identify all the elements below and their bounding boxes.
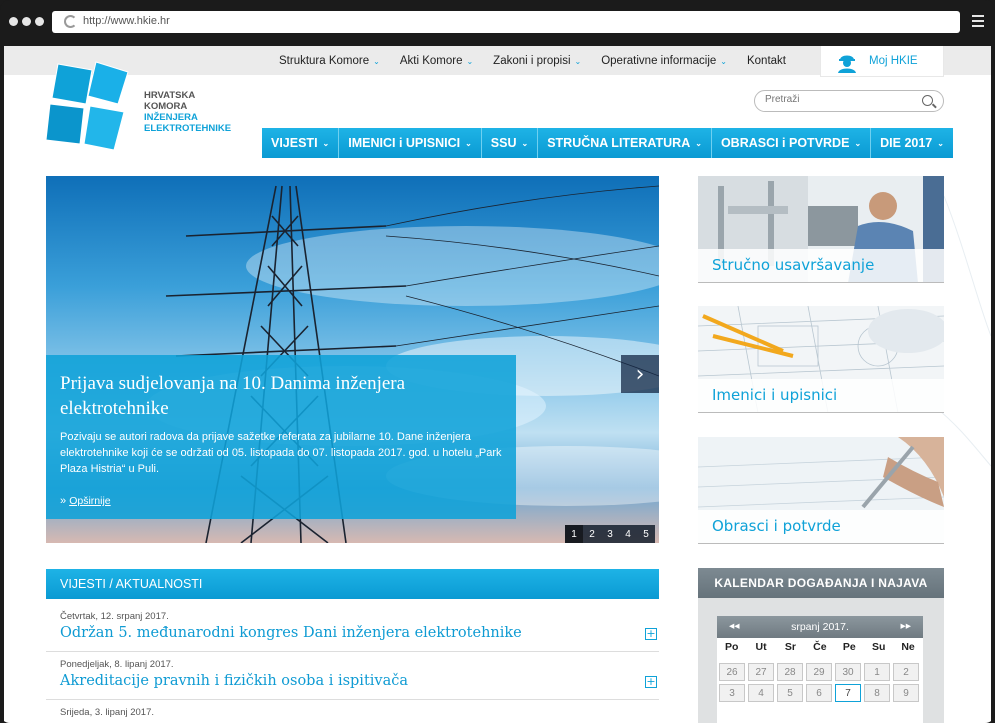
calendar-nav: ◂◂ srpanj 2017. ▸▸ bbox=[717, 616, 923, 638]
slider-page-5[interactable]: 5 bbox=[637, 525, 655, 543]
slider-page-3[interactable]: 3 bbox=[601, 525, 619, 543]
calendar-day[interactable]: 2 bbox=[893, 663, 919, 681]
address-url: http://www.hkie.hr bbox=[83, 15, 170, 27]
events-calendar: KALENDAR DOGAĐANJA I NAJAVA ◂◂ srpanj 20… bbox=[698, 568, 944, 723]
top-navigation: Struktura Komore ⌄ Akti Komore ⌄ Zakoni i … bbox=[269, 46, 796, 76]
calendar-day[interactable]: 8 bbox=[864, 684, 890, 702]
topnav-item-operativne[interactable]: Operativne informacije ⌄ bbox=[591, 55, 737, 67]
mainnav-item-vijesti[interactable]: VIJESTI ⌄ bbox=[262, 128, 340, 158]
calendar-day[interactable]: 3 bbox=[719, 684, 745, 702]
calendar-day[interactable]: 26 bbox=[719, 663, 745, 681]
slide-more: » Opširnije bbox=[60, 487, 502, 507]
news-title[interactable]: Akreditacije pravnih i fizičkih osoba i … bbox=[60, 673, 408, 689]
topnav-item-kontakt[interactable]: Kontakt bbox=[737, 55, 796, 67]
calendar-day[interactable]: 27 bbox=[748, 663, 774, 681]
browser-chrome: http://www.hkie.hr bbox=[0, 0, 995, 46]
logo-text: HRVATSKA KOMORA INŽENJERA ELEKTROTEHNIKE bbox=[144, 90, 232, 134]
calendar-day[interactable]: 1 bbox=[864, 663, 890, 681]
window-controls[interactable] bbox=[9, 17, 44, 26]
slider-page-1[interactable]: 1 bbox=[565, 525, 583, 543]
topnav-item-struktura[interactable]: Struktura Komore ⌄ bbox=[269, 55, 390, 67]
calendar-month: srpanj 2017. bbox=[791, 621, 849, 633]
calendar-day[interactable]: 4 bbox=[748, 684, 774, 702]
expand-plus-icon[interactable]: + bbox=[645, 676, 657, 688]
logo-squares-icon bbox=[45, 61, 129, 151]
web-page: Struktura Komore ⌄ Akti Komore ⌄ Zakoni i … bbox=[4, 46, 991, 723]
tile-imenici-upisnici[interactable]: Imenici i upisnici bbox=[698, 306, 944, 413]
slider-next-button[interactable]: › bbox=[621, 355, 659, 393]
news-item[interactable]: Srijeda, 3. lipanj 2017. bbox=[46, 700, 659, 723]
topnav-item-akti[interactable]: Akti Komore ⌄ bbox=[390, 55, 483, 67]
calendar-day[interactable]: 28 bbox=[777, 663, 803, 681]
mainnav-item-literatura[interactable]: STRUČNA LITERATURA ⌄ bbox=[538, 128, 712, 158]
topnav-item-zakoni[interactable]: Zakoni i propisi ⌄ bbox=[483, 55, 591, 67]
engineer-avatar-icon bbox=[838, 55, 856, 73]
main-navigation: VIJESTI ⌄ IMENICI i UPISNICI ⌄ SSU ⌄ STRUČN… bbox=[262, 128, 953, 158]
slide-title[interactable]: Prijava sudjelovanja na 10. Danima inžen… bbox=[60, 371, 502, 421]
tile-obrasci-potvrde[interactable]: Obrasci i potvrde bbox=[698, 437, 944, 544]
calendar-next-icon[interactable]: ▸▸ bbox=[900, 620, 911, 632]
hkie-logo[interactable]: HRVATSKA KOMORA INŽENJERA ELEKTROTEHNIKE bbox=[44, 56, 239, 156]
chevron-down-icon: ⌄ bbox=[937, 138, 944, 148]
mainnav-item-die[interactable]: DIE 2017 ⌄ bbox=[871, 128, 953, 158]
chevron-down-icon: ⌄ bbox=[720, 56, 727, 66]
news-title[interactable]: Održan 5. međunarodni kongres Dani inžen… bbox=[60, 625, 522, 641]
news-date: Četvrtak, 12. srpanj 2017. bbox=[60, 611, 169, 622]
chevron-right-icon: › bbox=[635, 361, 645, 387]
slide-caption: Prijava sudjelovanja na 10. Danima inžen… bbox=[46, 355, 516, 519]
news-item[interactable]: Četvrtak, 12. srpanj 2017. Održan 5. međ… bbox=[46, 604, 659, 652]
calendar-day[interactable]: 5 bbox=[777, 684, 803, 702]
chevron-down-icon: ⌄ bbox=[322, 138, 330, 148]
tile-strucno-usavrsavanje[interactable]: Stručno usavršavanje bbox=[698, 176, 944, 283]
news-date: Ponedjeljak, 8. lipanj 2017. bbox=[60, 659, 174, 670]
calendar-day[interactable]: 9 bbox=[893, 684, 919, 702]
chevron-down-icon: ⌄ bbox=[373, 56, 380, 66]
calendar-day[interactable]: 6 bbox=[806, 684, 832, 702]
calendar-day-today[interactable]: 7 bbox=[835, 684, 861, 702]
news-heading: VIJESTI / AKTUALNOSTI bbox=[46, 569, 659, 599]
calendar-heading: KALENDAR DOGAĐANJA I NAJAVA bbox=[698, 568, 944, 598]
slider-pager: 1 2 3 4 5 bbox=[565, 525, 655, 543]
moj-hkie-link[interactable]: Moj HKIE bbox=[821, 46, 943, 76]
hamburger-menu-icon[interactable] bbox=[972, 15, 984, 30]
search-box bbox=[754, 90, 944, 112]
chevron-down-icon: ⌄ bbox=[521, 138, 529, 148]
calendar-day[interactable]: 29 bbox=[806, 663, 832, 681]
chevron-down-icon: ⌄ bbox=[854, 138, 862, 148]
calendar-grid: 26 27 28 29 30 1 2 3 4 5 6 7 8 9 bbox=[719, 663, 923, 702]
slider-page-2[interactable]: 2 bbox=[583, 525, 601, 543]
chevron-down-icon: ⌄ bbox=[695, 138, 702, 148]
mainnav-item-ssu[interactable]: SSU ⌄ bbox=[481, 128, 539, 158]
slide-text: Pozivaju se autori radova da prijave saž… bbox=[60, 431, 502, 475]
slider-page-4[interactable]: 4 bbox=[619, 525, 637, 543]
news-item[interactable]: Ponedjeljak, 8. lipanj 2017. Akreditacij… bbox=[46, 652, 659, 700]
mainnav-item-obrasci[interactable]: OBRASCI i POTVRDE ⌄ bbox=[711, 128, 872, 158]
expand-plus-icon[interactable]: + bbox=[645, 628, 657, 640]
calendar-weekdays: Po Ut Sr Če Pe Su Ne bbox=[724, 641, 915, 653]
mainnav-item-imenici[interactable]: IMENICI i UPISNICI ⌄ bbox=[339, 128, 482, 158]
chevron-down-icon: ⌄ bbox=[574, 56, 582, 66]
browser-window: http://www.hkie.hr Struktura Komore ⌄ Akt… bbox=[0, 0, 995, 723]
chevron-down-icon: ⌄ bbox=[466, 56, 474, 66]
reload-icon[interactable] bbox=[64, 15, 77, 28]
double-chevron-right-icon: » bbox=[60, 495, 67, 507]
search-input[interactable] bbox=[765, 94, 915, 105]
search-icon[interactable] bbox=[922, 95, 933, 106]
calendar-widget: ◂◂ srpanj 2017. ▸▸ Po Ut Sr Če Pe Su Ne … bbox=[717, 616, 923, 723]
news-date: Srijeda, 3. lipanj 2017. bbox=[60, 707, 155, 718]
read-more-link[interactable]: Opširnije bbox=[69, 495, 110, 507]
hero-slider[interactable]: Prijava sudjelovanja na 10. Danima inžen… bbox=[46, 176, 659, 543]
calendar-day[interactable]: 30 bbox=[835, 663, 861, 681]
chevron-down-icon: ⌄ bbox=[465, 138, 472, 148]
address-bar[interactable]: http://www.hkie.hr bbox=[52, 11, 960, 33]
